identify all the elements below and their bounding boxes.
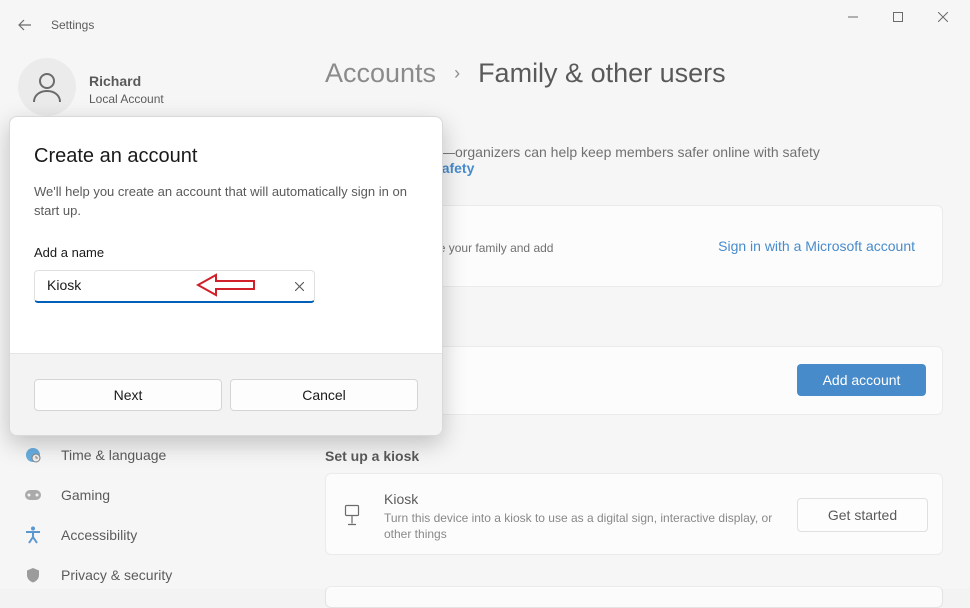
create-account-dialog: Create an account We'll help you create … — [9, 116, 443, 436]
close-icon — [294, 281, 304, 291]
clear-input-button[interactable] — [292, 279, 306, 293]
annotation-arrow-icon — [196, 273, 255, 297]
partial-card — [325, 586, 943, 608]
dialog-footer: Next Cancel — [10, 353, 442, 435]
cancel-button[interactable]: Cancel — [230, 379, 418, 411]
next-button[interactable]: Next — [34, 379, 222, 411]
dialog-title: Create an account — [34, 145, 198, 167]
name-field — [34, 270, 315, 303]
name-field-label: Add a name — [34, 245, 105, 260]
dialog-description: We'll help you create an account that wi… — [34, 184, 407, 218]
settings-window: Settings Richard Local Account Time & la… — [0, 0, 970, 608]
